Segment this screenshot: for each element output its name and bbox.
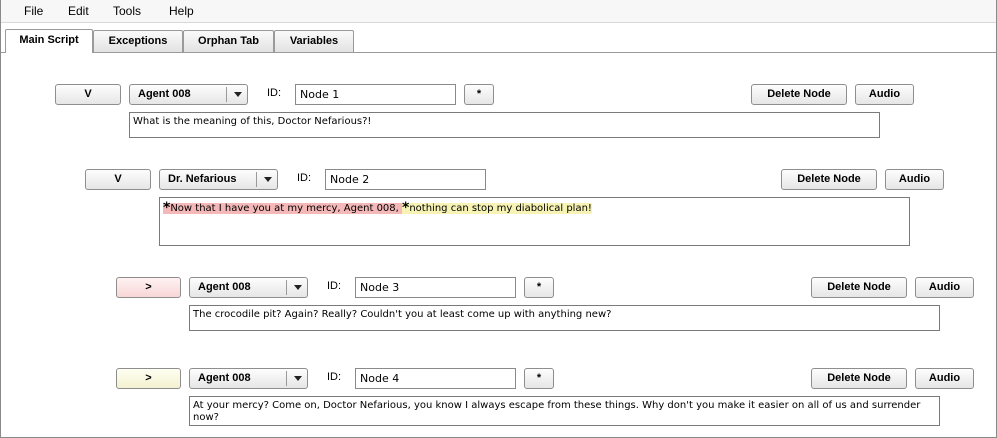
tab-variables[interactable]: Variables — [274, 30, 354, 52]
dialogue-text-area[interactable]: What is the meaning of this, Doctor Nefa… — [129, 112, 880, 138]
insert-marker-button[interactable]: * — [524, 368, 554, 389]
collapse-toggle-button[interactable]: V — [55, 84, 121, 105]
highlighted-segment: *Now that I have you at my mercy, Agent … — [163, 201, 403, 215]
menu-tools[interactable]: Tools — [113, 4, 141, 18]
speaker-select[interactable]: Agent 008 — [189, 277, 308, 298]
speaker-select[interactable]: Agent 008 — [189, 368, 308, 389]
audio-button[interactable]: Audio — [915, 368, 974, 389]
id-label: ID: — [327, 280, 342, 292]
node-id-field[interactable]: Node 1 — [295, 84, 456, 105]
id-label: ID: — [327, 371, 342, 383]
chevron-down-icon — [234, 92, 242, 97]
speaker-select-value: Agent 008 — [138, 88, 191, 100]
menu-edit[interactable]: Edit — [68, 4, 89, 18]
insert-marker-button[interactable]: * — [524, 277, 554, 298]
speaker-select[interactable]: Dr. Nefarious — [159, 169, 278, 190]
app-window: File Edit Tools Help Main Script Excepti… — [0, 0, 997, 438]
dialogue-text-area[interactable]: The crocodile pit? Again? Really? Couldn… — [189, 305, 940, 331]
tab-exceptions[interactable]: Exceptions — [93, 30, 183, 52]
chevron-down-icon — [294, 376, 302, 381]
segment-text: nothing can stop my diabolical plan! — [409, 203, 592, 214]
combo-divider — [286, 280, 287, 295]
dialogue-text-area[interactable]: *Now that I have you at my mercy, Agent … — [159, 197, 910, 246]
dialogue-text-area[interactable]: At your mercy? Come on, Doctor Nefarious… — [189, 396, 940, 426]
speaker-select[interactable]: Agent 008 — [129, 84, 248, 105]
expand-toggle-button[interactable]: > — [116, 277, 181, 298]
menu-help[interactable]: Help — [169, 4, 194, 18]
node-id-field[interactable]: Node 2 — [325, 169, 486, 190]
combo-divider — [256, 172, 257, 187]
chevron-down-icon — [264, 177, 272, 182]
delete-node-button[interactable]: Delete Node — [811, 277, 907, 298]
menu-bar: File Edit Tools Help — [1, 0, 996, 23]
tab-strip: Main Script Exceptions Orphan Tab Variab… — [5, 29, 996, 53]
expand-toggle-button[interactable]: > — [116, 368, 181, 389]
segment-text: Now that I have you at my mercy, Agent 0… — [170, 203, 403, 214]
speaker-select-value: Agent 008 — [198, 372, 251, 384]
speaker-select-value: Agent 008 — [198, 281, 251, 293]
tab-orphan-tab[interactable]: Orphan Tab — [183, 30, 274, 52]
speaker-select-value: Dr. Nefarious — [168, 173, 237, 185]
node-id-field[interactable]: Node 4 — [355, 368, 516, 389]
id-label: ID: — [267, 87, 282, 99]
audio-button[interactable]: Audio — [885, 169, 944, 190]
delete-node-button[interactable]: Delete Node — [781, 169, 877, 190]
tab-main-script[interactable]: Main Script — [5, 29, 93, 53]
combo-divider — [226, 87, 227, 102]
collapse-toggle-button[interactable]: V — [85, 169, 151, 190]
node-id-field[interactable]: Node 3 — [355, 277, 516, 298]
audio-button[interactable]: Audio — [855, 84, 914, 105]
id-label: ID: — [297, 172, 312, 184]
delete-node-button[interactable]: Delete Node — [751, 84, 847, 105]
audio-button[interactable]: Audio — [915, 277, 974, 298]
combo-divider — [286, 371, 287, 386]
menu-file[interactable]: File — [24, 4, 43, 18]
insert-marker-button[interactable]: * — [464, 84, 494, 105]
chevron-down-icon — [294, 285, 302, 290]
delete-node-button[interactable]: Delete Node — [811, 368, 907, 389]
highlighted-segment: *nothing can stop my diabolical plan! — [402, 201, 592, 215]
